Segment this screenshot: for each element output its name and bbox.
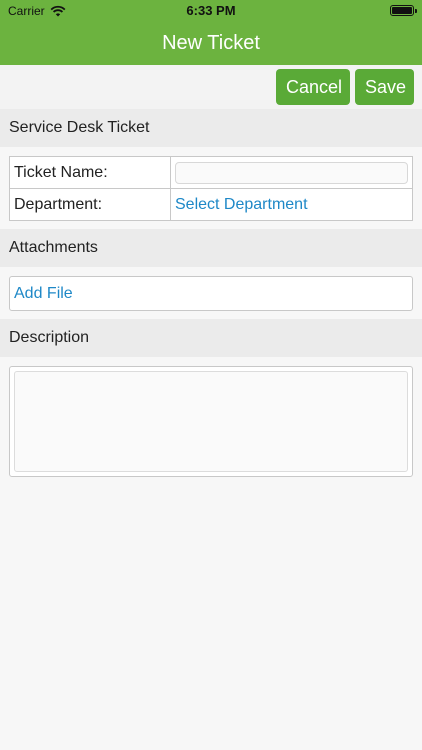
status-left: Carrier	[8, 4, 66, 18]
nav-bar: New Ticket	[0, 21, 422, 65]
select-department-link[interactable]: Select Department	[175, 196, 308, 213]
action-row: Cancel Save	[0, 65, 422, 109]
description-textarea[interactable]	[14, 371, 408, 472]
add-file-link[interactable]: Add File	[14, 285, 73, 303]
status-bar: Carrier 6:33 PM	[0, 0, 422, 21]
ticket-name-cell	[170, 156, 413, 189]
ticket-name-label: Ticket Name:	[9, 156, 171, 189]
add-file-box[interactable]: Add File	[9, 276, 413, 311]
carrier-label: Carrier	[8, 3, 45, 18]
description-section-header: Description	[0, 319, 422, 357]
department-cell: Select Department	[170, 188, 413, 221]
description-section-title: Description	[9, 329, 90, 346]
description-section-body	[0, 357, 422, 485]
ticket-section-header: Service Desk Ticket	[0, 109, 422, 147]
ticket-name-row: Ticket Name:	[9, 156, 413, 189]
attachments-section-body: Add File	[0, 267, 422, 319]
save-button[interactable]: Save	[355, 69, 414, 105]
ticket-form-table: Ticket Name: Department: Select Departme…	[9, 156, 413, 221]
department-row: Department: Select Department	[9, 188, 413, 221]
cancel-button[interactable]: Cancel	[276, 69, 350, 105]
ticket-section-title: Service Desk Ticket	[9, 119, 150, 136]
ticket-section-body: Ticket Name: Department: Select Departme…	[0, 147, 422, 229]
page-title: New Ticket	[162, 31, 260, 54]
department-label: Department:	[9, 188, 171, 221]
wifi-icon	[50, 5, 66, 16]
ticket-name-input[interactable]	[175, 161, 408, 184]
attachments-section-title: Attachments	[9, 239, 98, 256]
battery-fill	[392, 7, 412, 14]
attachments-section-header: Attachments	[0, 229, 422, 267]
battery-icon	[390, 5, 417, 16]
description-box	[9, 366, 413, 477]
